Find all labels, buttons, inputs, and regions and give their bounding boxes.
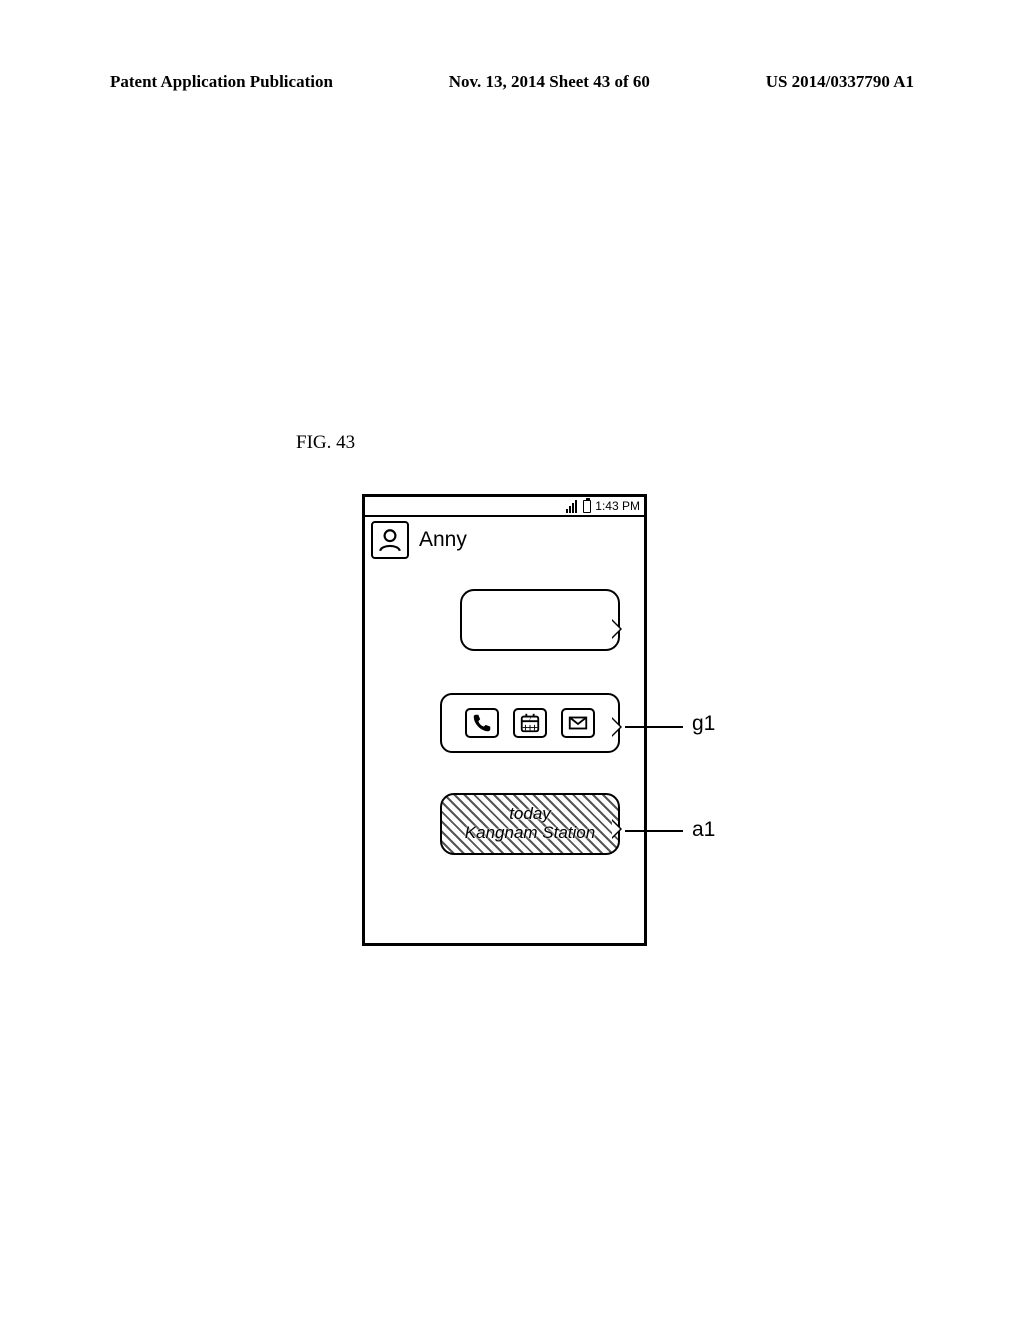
mail-icon[interactable] [561,708,595,738]
contact-header: Anny [365,517,644,571]
patent-page: Patent Application Publication Nov. 13, … [0,0,1024,1320]
header-center: Nov. 13, 2014 Sheet 43 of 60 [449,72,650,92]
figure-label: FIG. 43 [296,432,355,454]
header-left: Patent Application Publication [110,72,333,92]
page-header: Patent Application Publication Nov. 13, … [110,72,914,92]
status-bar: 1:43 PM [365,497,644,517]
action-icon-panel: 7 [440,693,620,753]
callout-g1: g1 [692,712,715,736]
callout-a1: a1 [692,818,715,842]
hatched-info-bubble: today Kangnam Station [440,793,620,855]
hatched-line1: today [509,805,551,824]
contact-name: Anny [419,528,467,552]
status-time: 1:43 PM [595,499,640,513]
header-right: US 2014/0337790 A1 [766,72,914,92]
calendar-day: 7 [528,716,531,722]
outgoing-bubble-empty [460,589,620,651]
leader-line-a1 [625,830,683,832]
phone-icon[interactable] [465,708,499,738]
leader-line-g1 [625,726,683,728]
signal-icon [566,500,577,513]
battery-icon [583,500,591,513]
calendar-icon[interactable]: 7 [513,708,547,738]
hatched-line2: Kangnam Station [465,824,595,843]
avatar-icon [371,521,409,559]
phone-frame: 1:43 PM Anny 7 [362,494,647,946]
